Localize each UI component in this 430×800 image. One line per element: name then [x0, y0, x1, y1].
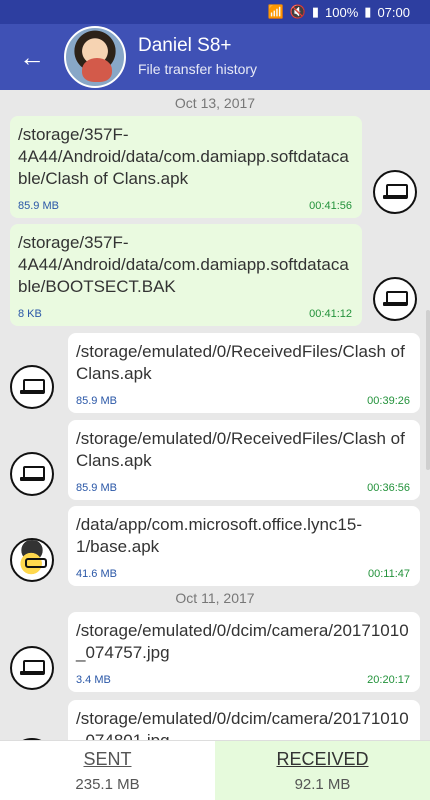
- battery-level: 100%: [325, 4, 359, 20]
- file-size: 41.6 MB: [76, 568, 117, 580]
- tab-sent[interactable]: SENT 235.1 MB: [0, 741, 215, 800]
- laptop-icon: [10, 646, 54, 690]
- transfer-time: 00:39:26: [367, 395, 410, 407]
- transfer-time: 00:41:12: [309, 308, 352, 320]
- page-title: Daniel S8+: [138, 35, 232, 56]
- laptop-icon: [373, 170, 417, 214]
- cartoon-avatar-icon: [10, 538, 54, 582]
- file-size: 85.9 MB: [18, 200, 59, 212]
- file-size: 3.4 MB: [76, 674, 111, 686]
- title-block: Daniel S8+ File transfer history: [138, 34, 257, 80]
- arrow-left-icon[interactable]: ←: [0, 24, 64, 90]
- file-path: /storage/emulated/0/dcim/camera/20171010…: [76, 621, 409, 662]
- battery-icon: ▮: [364, 4, 372, 19]
- transfer-summary-bar: SENT 235.1 MB RECEIVED 92.1 MB: [0, 740, 430, 800]
- tab-received[interactable]: RECEIVED 92.1 MB: [215, 741, 430, 800]
- transfer-message-received[interactable]: /data/app/com.microsoft.office.lync15-1/…: [68, 506, 420, 586]
- scrollbar[interactable]: [426, 310, 430, 470]
- transfer-message-received[interactable]: /storage/emulated/0/ReceivedFiles/Clash …: [68, 333, 420, 413]
- date-separator: Oct 13, 2017: [174, 95, 256, 111]
- file-size: 85.9 MB: [76, 395, 117, 407]
- file-size: 8 KB: [18, 308, 42, 320]
- clock: 07:00: [377, 4, 410, 20]
- sent-value: 235.1 MB: [75, 776, 140, 793]
- transfer-message-sent[interactable]: /storage/357F-4A44/Android/data/com.dami…: [10, 224, 362, 326]
- sent-label: SENT: [83, 749, 132, 769]
- transfer-time: 00:11:47: [367, 568, 410, 580]
- received-label: RECEIVED: [276, 749, 369, 769]
- file-path: /data/app/com.microsoft.office.lync15-1/…: [76, 515, 362, 556]
- file-size: 85.9 MB: [76, 482, 117, 494]
- file-path: /storage/emulated/0/ReceivedFiles/Clash …: [76, 342, 405, 383]
- transfer-message-received[interactable]: /storage/emulated/0/ReceivedFiles/Clash …: [68, 420, 420, 500]
- received-value: 92.1 MB: [294, 776, 351, 793]
- transfer-message-received[interactable]: /storage/emulated/0/dcim/camera/20171010…: [68, 700, 420, 740]
- wifi-icon: 📶: [267, 4, 284, 19]
- page-subtitle: File transfer history: [138, 61, 258, 77]
- status-bar: 📶 🔇 ▮ 100% ▮ 07:00: [0, 0, 430, 24]
- transfer-history-list[interactable]: Oct 13, 2017 /storage/357F-4A44/Android/…: [0, 90, 430, 740]
- file-path: /storage/emulated/0/ReceivedFiles/Clash …: [76, 429, 405, 470]
- file-path: /storage/357F-4A44/Android/data/com.dami…: [18, 233, 349, 296]
- transfer-time: 00:36:56: [367, 482, 410, 494]
- transfer-time: 20:20:17: [367, 674, 410, 686]
- file-path: /storage/357F-4A44/Android/data/com.dami…: [18, 125, 349, 188]
- laptop-icon: [10, 452, 54, 496]
- avatar[interactable]: [64, 26, 126, 88]
- transfer-time: 00:41:56: [309, 200, 352, 212]
- signal-icon: ▮: [311, 4, 320, 19]
- date-separator: Oct 11, 2017: [175, 590, 255, 606]
- transfer-message-received[interactable]: /storage/emulated/0/dcim/camera/20171010…: [68, 612, 420, 692]
- mute-icon: 🔇: [289, 4, 306, 19]
- laptop-icon: [373, 277, 417, 321]
- laptop-icon: [10, 365, 54, 409]
- app-bar: ← Daniel S8+ File transfer history: [0, 24, 430, 90]
- transfer-message-sent[interactable]: /storage/357F-4A44/Android/data/com.dami…: [10, 116, 362, 218]
- file-path: /storage/emulated/0/dcim/camera/20171010…: [76, 709, 409, 740]
